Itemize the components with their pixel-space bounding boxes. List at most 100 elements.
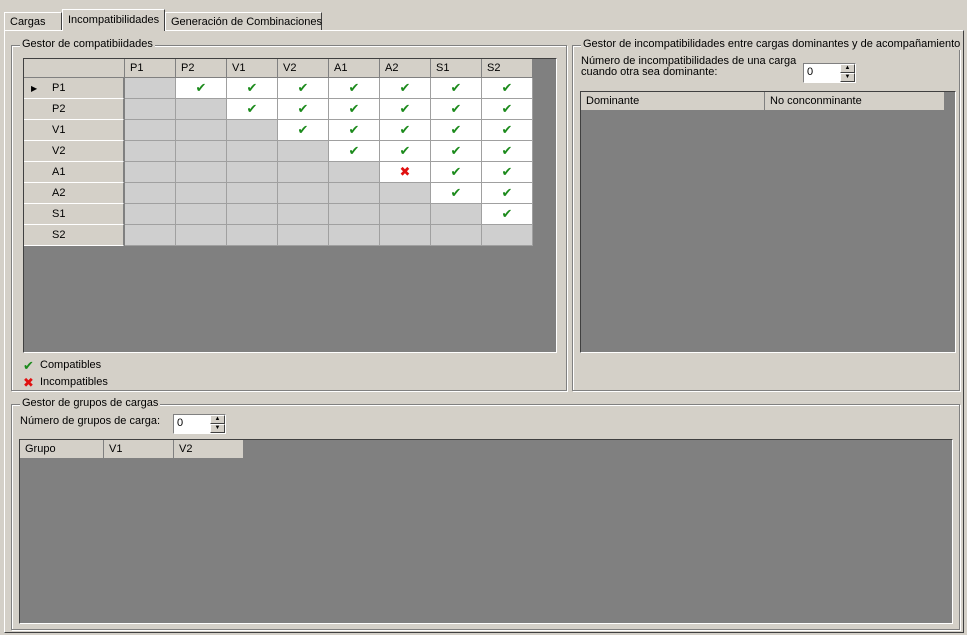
check-icon: ✔ bbox=[501, 122, 513, 137]
tab-incompatibilidades[interactable]: Incompatibilidades bbox=[62, 9, 165, 31]
compat-row-label: P1 bbox=[52, 82, 66, 94]
compat-cell[interactable]: ✔ bbox=[278, 120, 329, 141]
compat-cell[interactable]: ✔ bbox=[227, 99, 278, 120]
compat-cell[interactable]: ✔ bbox=[329, 141, 380, 162]
spin-down-icon[interactable]: ▼ bbox=[210, 424, 225, 433]
compat-cell bbox=[380, 204, 431, 225]
compat-cell[interactable]: ✔ bbox=[431, 183, 482, 204]
compat-cell[interactable]: ✔ bbox=[380, 99, 431, 120]
groups-grid[interactable]: Grupo V1 V2 bbox=[19, 439, 953, 624]
compat-cell[interactable]: ✔ bbox=[278, 78, 329, 99]
compat-cell bbox=[176, 183, 227, 204]
incompat-count-stepper[interactable]: 0 ▲ ▼ bbox=[803, 63, 856, 83]
tab-generacion-combinaciones[interactable]: Generación de Combinaciones bbox=[165, 12, 322, 30]
compat-cell bbox=[278, 183, 329, 204]
groups-group: Gestor de grupos de cargas Número de gru… bbox=[11, 397, 960, 630]
compat-col-header[interactable]: A1 bbox=[329, 59, 380, 78]
compat-row-header[interactable]: V1 bbox=[24, 120, 124, 141]
compat-row-label: S1 bbox=[52, 208, 66, 220]
compat-cell[interactable]: ✔ bbox=[380, 78, 431, 99]
tab-cargas[interactable]: Cargas bbox=[4, 12, 62, 30]
compat-row-label: A1 bbox=[52, 166, 66, 178]
compat-cell bbox=[278, 162, 329, 183]
compat-row-label: V1 bbox=[52, 124, 66, 136]
compat-cell[interactable]: ✔ bbox=[278, 99, 329, 120]
compat-cell[interactable]: ✔ bbox=[227, 78, 278, 99]
compat-cell bbox=[125, 78, 176, 99]
compat-cell[interactable]: ✔ bbox=[176, 78, 227, 99]
compat-cell bbox=[176, 141, 227, 162]
compat-cell[interactable]: ✔ bbox=[482, 141, 533, 162]
groups-count-label: Número de grupos de carga: bbox=[20, 415, 161, 427]
compat-row-header[interactable]: S2 bbox=[24, 225, 124, 246]
check-icon: ✔ bbox=[399, 80, 411, 95]
compat-cell[interactable]: ✔ bbox=[431, 162, 482, 183]
compat-row-label: P2 bbox=[52, 103, 66, 115]
compat-cell[interactable]: ✔ bbox=[329, 99, 380, 120]
compat-cell[interactable]: ✔ bbox=[329, 120, 380, 141]
current-row-arrow-icon: ▶ bbox=[31, 84, 38, 93]
compat-cell bbox=[227, 162, 278, 183]
spin-down-icon[interactable]: ▼ bbox=[840, 73, 855, 82]
compat-cell bbox=[431, 204, 482, 225]
compat-cell bbox=[176, 204, 227, 225]
cross-icon: ✖ bbox=[23, 375, 34, 390]
incompat-grid[interactable]: Dominante No conconminante bbox=[580, 91, 956, 353]
compat-cell[interactable]: ✔ bbox=[431, 120, 482, 141]
groups-col-grupo[interactable]: Grupo bbox=[20, 440, 104, 459]
cross-icon: ✖ bbox=[399, 164, 411, 179]
compat-cell bbox=[176, 162, 227, 183]
compat-group: Gestor de compatibiidades P1 P2 V1 V2 A1 A2 S1… bbox=[11, 38, 567, 391]
groups-count-stepper[interactable]: 0 ▲ ▼ bbox=[173, 414, 226, 434]
tab-strip: Cargas Incompatibilidades Generación de … bbox=[4, 9, 964, 31]
compat-cell[interactable]: ✔ bbox=[482, 78, 533, 99]
compat-cell[interactable]: ✔ bbox=[380, 141, 431, 162]
check-icon: ✔ bbox=[23, 358, 34, 373]
groups-col-v2[interactable]: V2 bbox=[174, 440, 244, 459]
compat-cell[interactable]: ✔ bbox=[482, 162, 533, 183]
compat-row-header[interactable]: V2 bbox=[24, 141, 124, 162]
check-icon: ✔ bbox=[501, 206, 513, 221]
compat-cell[interactable]: ✔ bbox=[482, 120, 533, 141]
compat-cell[interactable]: ✔ bbox=[431, 141, 482, 162]
compat-col-header[interactable]: A2 bbox=[380, 59, 431, 78]
compat-row-header[interactable]: P2 bbox=[24, 99, 124, 120]
compat-cell[interactable]: ✔ bbox=[482, 204, 533, 225]
compat-grid[interactable]: P1 P2 V1 V2 A1 A2 S1 S2 ▶ P1 ✔ ✔ ✔ ✔ ✔ ✔ ✔ P2 ✔ ✔ ✔ ✔ ✔ ✔ V1 ✔ ✔ ✔ ✔… bbox=[23, 58, 557, 353]
compat-cell[interactable]: ✔ bbox=[329, 78, 380, 99]
incompat-col-dominante[interactable]: Dominante bbox=[581, 92, 765, 111]
compat-cell bbox=[431, 225, 482, 246]
spin-up-icon[interactable]: ▲ bbox=[840, 64, 855, 73]
compat-col-header[interactable]: S1 bbox=[431, 59, 482, 78]
check-icon: ✔ bbox=[195, 80, 207, 95]
incompat-col-no-concomitante[interactable]: No conconminante bbox=[765, 92, 945, 111]
compat-row-label: V2 bbox=[52, 145, 66, 157]
compat-cell[interactable]: ✔ bbox=[482, 183, 533, 204]
legend-incompatible: Incompatibles bbox=[40, 376, 108, 388]
compat-col-header[interactable]: V1 bbox=[227, 59, 278, 78]
compat-row-header[interactable]: S1 bbox=[24, 204, 124, 225]
compat-cell[interactable]: ✔ bbox=[431, 99, 482, 120]
compat-cell[interactable]: ✔ bbox=[482, 99, 533, 120]
compat-cell bbox=[278, 141, 329, 162]
compat-cell[interactable]: ✔ bbox=[380, 120, 431, 141]
compat-row-header[interactable]: ▶ P1 bbox=[24, 78, 124, 99]
compat-cell bbox=[278, 225, 329, 246]
spin-up-icon[interactable]: ▲ bbox=[210, 415, 225, 424]
groups-col-v1[interactable]: V1 bbox=[104, 440, 174, 459]
compat-cell[interactable]: ✖ bbox=[380, 162, 431, 183]
compat-col-header[interactable]: P2 bbox=[176, 59, 227, 78]
compat-col-header[interactable]: P1 bbox=[125, 59, 176, 78]
compat-cell bbox=[380, 225, 431, 246]
check-icon: ✔ bbox=[348, 80, 360, 95]
check-icon: ✔ bbox=[297, 101, 309, 116]
compat-col-header[interactable]: V2 bbox=[278, 59, 329, 78]
compat-row-header[interactable]: A1 bbox=[24, 162, 124, 183]
check-icon: ✔ bbox=[501, 143, 513, 158]
compat-cell bbox=[125, 141, 176, 162]
compat-col-header[interactable]: S2 bbox=[482, 59, 533, 78]
compat-cell bbox=[176, 99, 227, 120]
compat-row-header[interactable]: A2 bbox=[24, 183, 124, 204]
compat-cell[interactable]: ✔ bbox=[431, 78, 482, 99]
check-icon: ✔ bbox=[501, 185, 513, 200]
